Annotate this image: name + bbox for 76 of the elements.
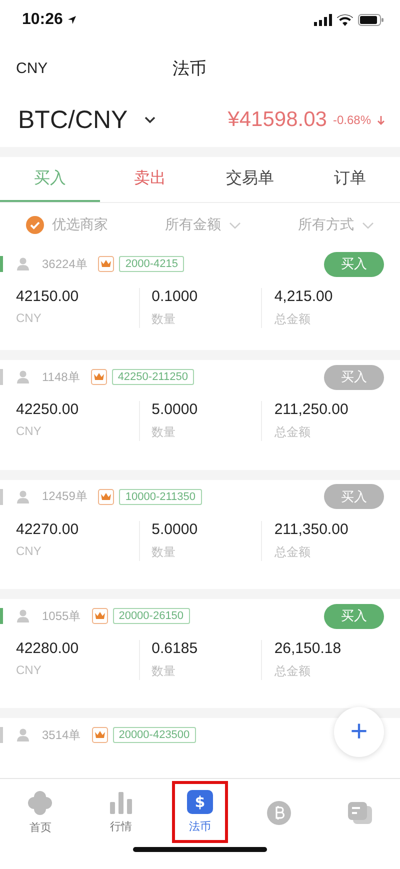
buy-button[interactable]: 买入 bbox=[324, 604, 384, 629]
cell-value: 42250.00 bbox=[16, 401, 80, 418]
tab-bar-item[interactable]: $ 法币 bbox=[172, 781, 228, 843]
order-count: 36224单 bbox=[42, 256, 88, 272]
signal-icon bbox=[314, 14, 332, 26]
user-icon bbox=[16, 370, 30, 384]
crown-icon bbox=[92, 727, 108, 744]
cell-value: 5.0000 bbox=[152, 401, 199, 418]
tab[interactable]: 交易单 bbox=[200, 157, 300, 202]
cell-value: 26,150.18 bbox=[274, 640, 342, 658]
price-text: ¥41598.03 bbox=[228, 108, 327, 132]
cell-label: 数量 bbox=[152, 663, 177, 680]
location-arrow-icon bbox=[66, 15, 77, 25]
cell-label: CNY bbox=[16, 424, 42, 438]
cell-value: 42270.00 bbox=[16, 520, 80, 538]
checkbox[interactable] bbox=[26, 216, 44, 234]
cell-value: 0.1000 bbox=[152, 288, 199, 305]
user-icon bbox=[16, 490, 30, 504]
cell-label: 数量 bbox=[152, 311, 177, 328]
cell-value: 4,215.00 bbox=[274, 288, 334, 305]
order-count: 1148单 bbox=[42, 368, 80, 386]
cell-label: 数量 bbox=[152, 424, 177, 442]
chevron-down-icon bbox=[229, 222, 241, 228]
order-count: 1055单 bbox=[42, 608, 81, 625]
range-tag: 20000-26150 bbox=[112, 608, 190, 624]
tab[interactable]: 买入 bbox=[0, 157, 100, 202]
tab-bar-item[interactable]: 首页 bbox=[12, 779, 69, 847]
cell-label: CNY bbox=[16, 663, 42, 678]
user-icon bbox=[16, 728, 30, 742]
range-tag: 42250-211250 bbox=[112, 369, 194, 386]
range-tag: 10000-211350 bbox=[119, 488, 202, 505]
cell-value: 42150.00 bbox=[16, 288, 80, 305]
crown-icon bbox=[92, 608, 108, 624]
chevron-down-icon bbox=[362, 222, 374, 228]
crown-icon bbox=[90, 369, 107, 386]
status-time: 10:26 bbox=[22, 11, 63, 29]
crown-icon bbox=[98, 256, 114, 272]
page-title: 法币 bbox=[172, 58, 207, 80]
bar-chart-icon bbox=[109, 792, 134, 814]
chevron-down-icon bbox=[144, 116, 156, 124]
tab[interactable]: 订单 bbox=[300, 157, 400, 202]
tab-bar-item[interactable]: 行情 bbox=[92, 779, 150, 847]
arrow-down-icon bbox=[377, 116, 385, 124]
crown-icon bbox=[98, 488, 114, 505]
cell-label: 总金额 bbox=[274, 311, 312, 328]
cell-value: 211,350.00 bbox=[274, 520, 350, 538]
cell-label: 数量 bbox=[152, 544, 177, 561]
filter-dropdown[interactable]: 所有金额 bbox=[165, 216, 241, 234]
stacked-cards-icon bbox=[346, 801, 373, 825]
range-tag: 2000-4215 bbox=[119, 256, 184, 272]
clover-icon bbox=[27, 791, 54, 815]
user-icon bbox=[16, 257, 30, 271]
cell-value: 0.6185 bbox=[152, 640, 199, 658]
pair-selector[interactable]: BTC/CNY bbox=[18, 106, 156, 134]
cell-label: CNY bbox=[16, 544, 42, 558]
cell-label: 总金额 bbox=[274, 663, 312, 680]
range-tag: 20000-423500 bbox=[112, 727, 196, 744]
currency-button[interactable]: CNY bbox=[16, 60, 48, 76]
cell-value: 5.0000 bbox=[152, 520, 199, 538]
order-count: 3514单 bbox=[42, 726, 81, 744]
battery-icon bbox=[358, 14, 384, 26]
tab[interactable]: 卖出 bbox=[100, 157, 200, 202]
buy-button[interactable]: 买入 bbox=[324, 252, 384, 276]
wifi-icon bbox=[337, 14, 353, 26]
filter-label: 优选商家 bbox=[52, 216, 108, 234]
dollar-icon: $ bbox=[186, 790, 213, 814]
coin-icon bbox=[266, 801, 291, 825]
order-count: 12459单 bbox=[42, 488, 88, 506]
cell-value: 42280.00 bbox=[16, 640, 80, 658]
cell-value: 211,250.00 bbox=[274, 401, 350, 418]
change-text: -0.68% bbox=[332, 113, 371, 127]
filter-dropdown[interactable]: 所有方式 bbox=[298, 216, 374, 234]
cell-label: 总金额 bbox=[274, 544, 312, 561]
cell-label: 总金额 bbox=[274, 424, 312, 442]
cell-label: CNY bbox=[16, 311, 42, 325]
user-icon bbox=[16, 609, 30, 624]
